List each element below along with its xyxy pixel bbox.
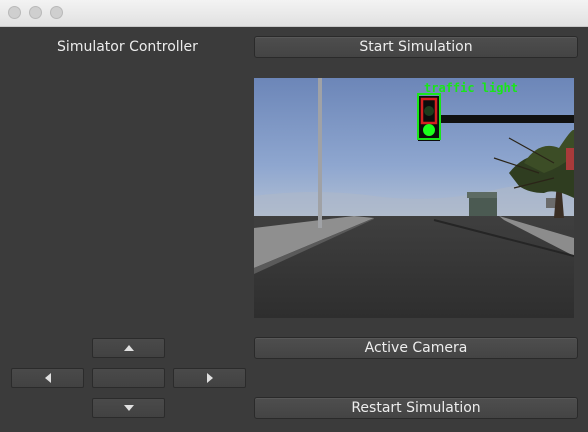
camera-view: traffic light [254,78,574,318]
street-pole [318,78,322,228]
restart-simulation-button[interactable]: Restart Simulation [254,397,578,419]
move-right-button[interactable] [173,368,246,388]
detection-label: traffic light [424,81,518,95]
title-bar [0,0,588,27]
controller-title: Simulator Controller [57,39,198,55]
minimize-window-button[interactable] [29,6,42,19]
traffic-light-arm [439,115,574,123]
close-window-button[interactable] [8,6,21,19]
camera-scene [254,78,574,318]
move-up-button[interactable] [92,338,165,358]
start-simulation-button[interactable]: Start Simulation [254,36,578,58]
red-sign [566,148,574,170]
move-left-button[interactable] [11,368,84,388]
triangle-down-icon [123,405,134,411]
triangle-left-icon [44,373,51,383]
traffic-light [418,96,440,141]
trash-container [469,196,497,216]
simulator-window: Simulator Controller Start Simulation tr… [0,27,588,432]
maximize-window-button[interactable] [50,6,63,19]
triangle-right-icon [206,373,213,383]
active-camera-button[interactable]: Active Camera [254,337,578,359]
move-down-button[interactable] [92,398,165,418]
center-button[interactable] [92,368,165,388]
triangle-up-icon [123,345,134,351]
